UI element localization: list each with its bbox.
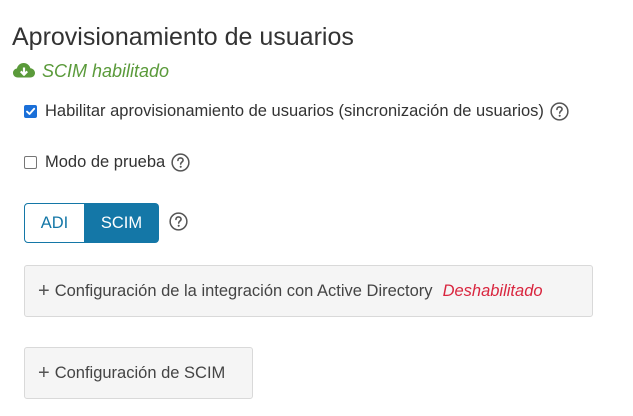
plus-icon: + <box>38 280 50 302</box>
page-title: Aprovisionamiento de usuarios <box>12 23 354 51</box>
ad-integration-status: Deshabilitado <box>442 281 543 300</box>
mode-adi-button[interactable]: ADI <box>24 203 85 243</box>
scim-config-label: Configuración de SCIM <box>54 363 226 382</box>
mode-scim-button[interactable]: SCIM <box>85 203 159 243</box>
help-icon[interactable] <box>550 101 569 121</box>
provisioning-mode-toggle: ADI SCIM <box>24 203 159 243</box>
ad-integration-panel[interactable]: + Configuración de la integración con Ac… <box>24 265 593 317</box>
test-mode-option[interactable]: Modo de prueba <box>24 150 190 174</box>
enable-provisioning-label[interactable]: Habilitar aprovisionamiento de usuarios … <box>45 102 544 121</box>
help-icon[interactable] <box>171 152 190 172</box>
test-mode-checkbox[interactable] <box>24 155 37 169</box>
checkmark-icon <box>26 107 36 115</box>
scim-config-panel[interactable]: + Configuración de SCIM <box>24 347 253 399</box>
help-icon[interactable] <box>169 212 188 231</box>
scim-status: SCIM habilitado <box>12 58 169 84</box>
scim-status-text: SCIM habilitado <box>42 60 170 81</box>
test-mode-label[interactable]: Modo de prueba <box>45 153 165 172</box>
cloud-download-icon <box>13 63 35 78</box>
enable-provisioning-option[interactable]: Habilitar aprovisionamiento de usuarios … <box>24 99 569 123</box>
ad-integration-label: Configuración de la integración con Acti… <box>54 281 433 300</box>
enable-provisioning-checkbox[interactable] <box>24 104 37 118</box>
plus-icon: + <box>38 362 50 384</box>
